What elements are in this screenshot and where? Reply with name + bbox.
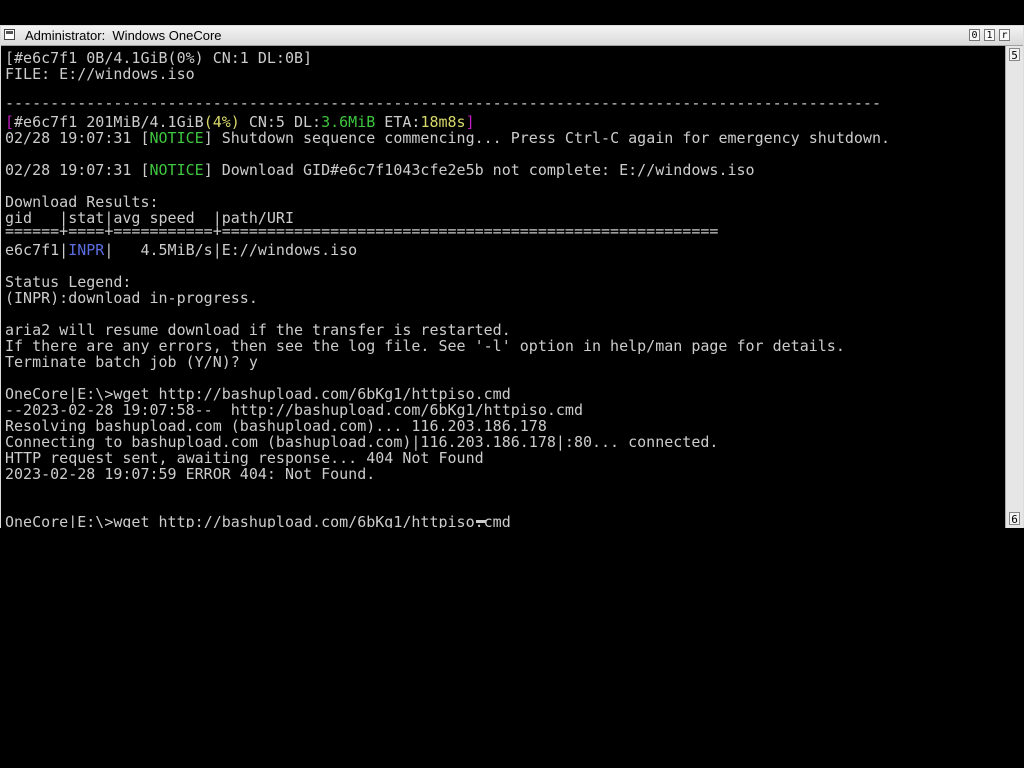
notice-tag: NOTICE [149, 161, 204, 179]
maximize-button[interactable]: 1 [984, 29, 995, 41]
command-line-2[interactable]: OneCore|E:\>wget http://bashupload.com/6… [5, 514, 511, 528]
close-button[interactable]: r [999, 29, 1010, 41]
result-gid: e6c7f1| [5, 241, 69, 259]
dash-separator: ----------------------------------------… [5, 98, 881, 108]
wget-line-3: Connecting to bashupload.com (bashupload… [5, 433, 719, 451]
scroll-up-button[interactable]: 5 [1009, 48, 1020, 62]
errors-line: If there are any errors, then see the lo… [5, 337, 845, 355]
legend-inpr: (INPR):download in-progress. [5, 289, 258, 307]
terminate-prompt: Terminate batch job (Y/N)? y [5, 353, 258, 371]
system-menu-icon[interactable] [4, 29, 15, 40]
result-row: e6c7f1|INPR| 4.5MiB/s|E://windows.iso [5, 242, 357, 258]
wget-line-1: --2023-02-28 19:07:58-- http://bashuploa… [5, 401, 583, 419]
legend-title: Status Legend: [5, 273, 132, 291]
notice-tag: NOTICE [149, 129, 204, 147]
status-line: [#e6c7f1 0B/4.1GiB(0%) CN:1 DL:0B] [5, 49, 313, 67]
notice-line-2: 02/28 19:07:31 [NOTICE] Download GID#e6c… [5, 162, 755, 178]
notice-line-1: 02/28 19:07:31 [NOTICE] Shutdown sequenc… [5, 130, 890, 146]
scroll-down-button[interactable]: 6 [1009, 512, 1020, 526]
console-window: Administrator: Windows OneCore 0 1 r [#e… [0, 25, 1024, 528]
command-line-1: OneCore|E:\>wget http://bashupload.com/6… [5, 385, 511, 403]
resume-line: aria2 will resume download if the transf… [5, 321, 511, 339]
progress-line: [#e6c7f1 201MiB/4.1GiB(4%) CN:5 DL:3.6Mi… [5, 114, 475, 130]
window-title: Administrator: Windows OneCore [25, 28, 222, 43]
wget-line-2: Resolving bashupload.com (bashupload.com… [5, 417, 547, 435]
notice-time: 02/28 19:07:31 [ [5, 129, 150, 147]
file-line: FILE: E://windows.iso [5, 65, 195, 83]
results-title: Download Results: [5, 193, 159, 211]
console-output[interactable]: [#e6c7f1 0B/4.1GiB(0%) CN:1 DL:0B] FILE:… [1, 46, 1005, 528]
notice-message: ] Shutdown sequence commencing... Press … [203, 129, 891, 147]
notice-time: 02/28 19:07:31 [ [5, 161, 150, 179]
result-speed-path: | 4.5MiB/s|E://windows.iso [104, 241, 358, 259]
title-bar[interactable]: Administrator: Windows OneCore 0 1 r [1, 26, 1023, 46]
wget-line-4: HTTP request sent, awaiting response... … [5, 449, 484, 467]
text-caret [476, 520, 486, 523]
results-separator: ======+====+===========+================… [5, 226, 719, 236]
minimize-button[interactable]: 0 [969, 29, 980, 41]
vertical-scrollbar[interactable]: 5 6 [1005, 46, 1023, 528]
notice-message: ] Download GID#e6c7f1043cfe2e5b not comp… [203, 161, 755, 179]
result-status: INPR [68, 241, 105, 259]
wget-line-5: 2023-02-28 19:07:59 ERROR 404: Not Found… [5, 465, 376, 483]
results-header: gid |stat|avg speed |path/URI [5, 209, 294, 227]
